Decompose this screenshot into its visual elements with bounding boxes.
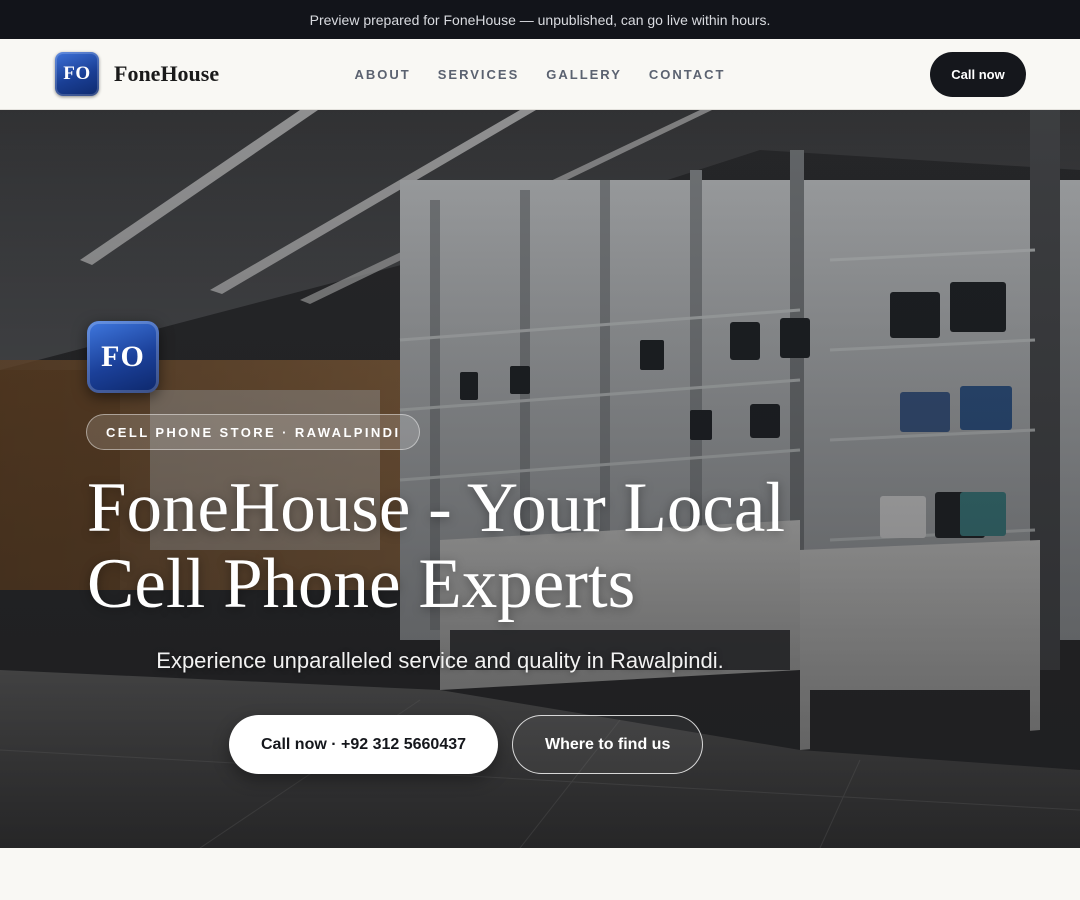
nav-link-about[interactable]: ABOUT (355, 67, 411, 82)
brand-name: FoneHouse (114, 61, 220, 86)
hero-section: FO CELL PHONE STORE · RAWALPINDI FoneHou… (0, 110, 1080, 848)
hero-subtitle: Experience unparalleled service and qual… (156, 648, 724, 673)
hero-title-line-1: FoneHouse - Your Local (87, 469, 786, 547)
hero-kicker-badge: CELL PHONE STORE · RAWALPINDI (86, 414, 421, 450)
nav-link-contact[interactable]: CONTACT (649, 67, 726, 82)
nav-link-gallery[interactable]: GALLERY (546, 67, 622, 82)
preview-banner-text: Preview prepared for FoneHouse — unpubli… (309, 11, 771, 28)
nav-link-services[interactable]: SERVICES (438, 67, 520, 82)
hero-actions: Call now · +92 312 5660437 Where to find… (229, 715, 704, 774)
brand-logo: FO (55, 52, 99, 96)
next-section (0, 848, 1080, 900)
site-header: FO FoneHouse ABOUT SERVICES GALLERY CONT… (0, 39, 1080, 110)
brand-home-link[interactable]: FO FoneHouse (55, 52, 219, 96)
hero-call-now-button[interactable]: Call now · +92 312 5660437 (229, 715, 499, 774)
where-to-find-us-button[interactable]: Where to find us (512, 715, 704, 774)
hero-title: FoneHouse - Your Local Cell Phone Expert… (87, 470, 847, 622)
hero-title-line-2: Cell Phone Experts (87, 545, 636, 623)
header-call-now-button[interactable]: Call now (930, 52, 1026, 97)
hero-logo: FO (87, 321, 159, 393)
preview-banner: Preview prepared for FoneHouse — unpubli… (0, 0, 1080, 39)
